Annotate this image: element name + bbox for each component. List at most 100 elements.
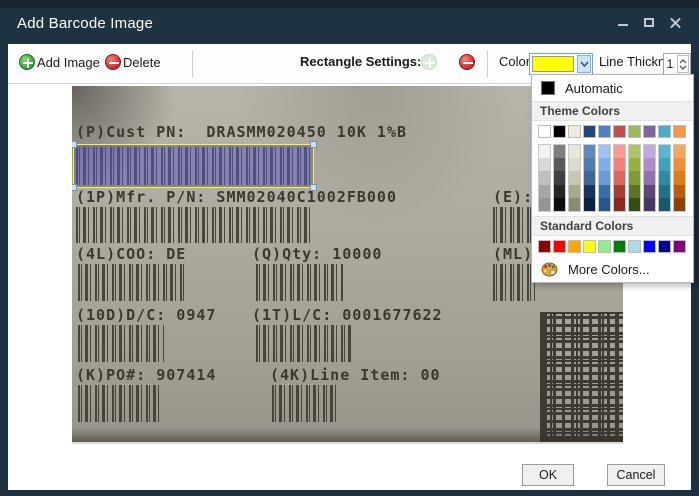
color-swatch[interactable] [553,240,566,253]
minimize-button[interactable] [613,12,633,32]
titlebar[interactable]: Add Barcode Image [0,0,699,44]
color-swatch[interactable] [658,125,671,138]
color-swatch[interactable] [614,158,625,171]
color-swatch[interactable] [584,145,595,158]
spin-up-icon[interactable] [679,59,687,64]
color-swatch[interactable] [554,171,565,184]
automatic-color-swatch [541,81,555,95]
color-swatch[interactable] [644,198,655,211]
color-swatch[interactable] [599,185,610,198]
color-swatch[interactable] [599,145,610,158]
color-swatch[interactable] [674,198,685,211]
color-swatch[interactable] [539,158,550,171]
color-swatch[interactable] [539,171,550,184]
color-swatch[interactable] [599,198,610,211]
color-swatch[interactable] [553,125,566,138]
color-swatch[interactable] [583,240,596,253]
color-swatch[interactable] [659,145,670,158]
color-swatch[interactable] [659,158,670,171]
color-swatch[interactable] [674,171,685,184]
color-swatch[interactable] [598,125,611,138]
color-swatch[interactable] [599,158,610,171]
color-swatch[interactable] [628,125,641,138]
color-dropdown-arrow-button[interactable] [577,55,591,73]
label-cust-pn: (P)Cust PN: DRASMM020450 10K 1%B [76,123,407,141]
color-swatch[interactable] [614,171,625,184]
ok-button[interactable]: OK [522,464,574,486]
color-swatch[interactable] [584,158,595,171]
selection-rectangle[interactable] [73,144,314,188]
color-swatch[interactable] [643,240,656,253]
more-colors-item[interactable]: More Colors... [532,257,693,283]
color-swatch[interactable] [554,185,565,198]
color-swatch[interactable] [568,240,581,253]
resize-handle-top-left[interactable] [72,141,77,148]
color-swatch[interactable] [613,240,626,253]
color-swatch[interactable] [569,145,580,158]
color-swatch[interactable] [658,240,671,253]
color-swatch[interactable] [584,185,595,198]
spinner-buttons[interactable] [677,55,689,73]
resize-handle-bottom-right[interactable] [310,184,317,191]
color-swatch[interactable] [644,185,655,198]
color-swatch[interactable] [569,158,580,171]
color-swatch[interactable] [628,240,641,253]
color-swatch[interactable] [659,198,670,211]
color-swatch[interactable] [674,145,685,158]
color-swatch[interactable] [568,125,581,138]
color-swatch[interactable] [629,171,640,184]
color-swatch[interactable] [569,198,580,211]
delete-rectangle-button[interactable] [459,54,475,70]
color-swatch[interactable] [659,171,670,184]
color-swatch[interactable] [539,198,550,211]
color-swatch[interactable] [644,158,655,171]
color-swatch[interactable] [613,125,626,138]
color-swatch[interactable] [659,185,670,198]
maximize-button[interactable] [639,12,659,32]
color-swatch[interactable] [644,171,655,184]
color-swatch[interactable] [643,125,656,138]
color-swatch[interactable] [598,240,611,253]
spin-down-icon[interactable] [679,65,687,70]
label-e: (E): [493,188,533,206]
color-swatch[interactable] [584,171,595,184]
color-swatch[interactable] [569,171,580,184]
color-swatch[interactable] [554,158,565,171]
color-swatch[interactable] [673,240,686,253]
color-swatch[interactable] [583,125,596,138]
color-swatch[interactable] [644,145,655,158]
color-swatch[interactable] [539,185,550,198]
cancel-button[interactable]: Cancel [607,464,665,486]
color-swatch[interactable] [584,198,595,211]
color-swatch[interactable] [629,145,640,158]
resize-handle-top-right[interactable] [310,141,317,148]
line-thickness-spinner[interactable]: 1 [663,53,691,75]
color-swatch[interactable] [569,185,580,198]
color-swatch[interactable] [629,198,640,211]
delete-button[interactable]: Delete [105,54,161,70]
color-swatch[interactable] [554,145,565,158]
close-button[interactable] [665,12,685,32]
resize-handle-bottom-left[interactable] [72,184,77,191]
color-swatch[interactable] [538,125,551,138]
color-swatch[interactable] [629,158,640,171]
color-swatch[interactable] [599,171,610,184]
color-swatch[interactable] [614,145,625,158]
barcode-qty [256,264,344,301]
color-dropdown[interactable] [529,53,593,75]
label-lc: (1T)L/C: 0001677622 [252,306,443,324]
color-swatch[interactable] [674,185,685,198]
color-swatch[interactable] [614,185,625,198]
automatic-color-item[interactable]: Automatic [532,75,693,101]
color-swatch[interactable] [614,198,625,211]
add-image-button[interactable]: Add Image [19,54,100,70]
color-swatch[interactable] [629,185,640,198]
color-swatch[interactable] [674,158,685,171]
color-swatch[interactable] [539,145,550,158]
add-rectangle-button[interactable] [421,54,437,70]
current-color-swatch [532,56,574,72]
color-swatch[interactable] [538,240,551,253]
color-swatch[interactable] [673,125,686,138]
label-mfr-pn: (1P)Mfr. P/N: SMM02040C1002FB000 [76,188,397,206]
color-swatch[interactable] [554,198,565,211]
